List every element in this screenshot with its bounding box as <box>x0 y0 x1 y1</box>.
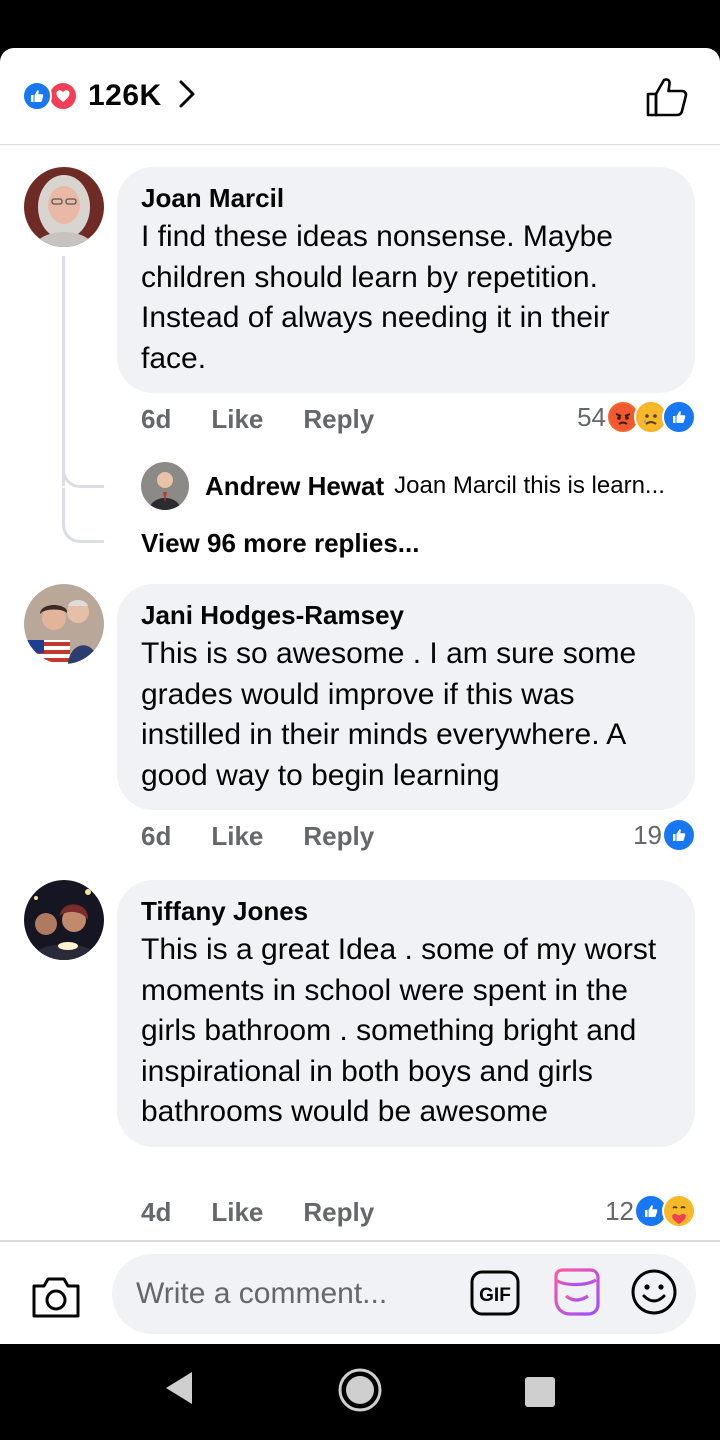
andrew-hewat-avatar <box>141 462 189 510</box>
system-nav-bar <box>0 1344 720 1440</box>
comment-bubble: Jani Hodges-Ramsey This is so awesome . … <box>117 584 695 810</box>
camera-icon <box>32 1277 80 1318</box>
thumbs-up-outline-icon <box>646 78 688 117</box>
like-icon <box>662 818 696 852</box>
camera-button[interactable] <box>30 1274 82 1320</box>
comment-time: 6d <box>141 404 172 434</box>
reply-preview-text: Joan Marcil this is learn... <box>394 472 665 499</box>
comments-sheet: 126K Joan Marcil I find these ideas nons… <box>0 48 720 1344</box>
avatar[interactable] <box>24 167 104 247</box>
recents-square-icon <box>525 1377 555 1407</box>
avatar-sticker-icon <box>554 1268 600 1316</box>
comment-actions: 6d Like Reply <box>141 821 374 852</box>
top-reply[interactable]: Andrew Hewat Joan Marcil this is learn..… <box>141 462 665 510</box>
comment-bubble: Joan Marcil I find these ideas nonsense.… <box>117 167 695 393</box>
reply-action-button[interactable]: Reply <box>303 404 374 435</box>
thread-connector <box>62 448 104 488</box>
comment-bubble: Tiffany Jones This is a great Idea . som… <box>117 880 695 1147</box>
reaction-count: 12 <box>605 1195 634 1226</box>
avatar[interactable] <box>24 584 104 664</box>
jani-hodges-ramsey-avatar <box>24 584 104 664</box>
comment-actions: 6d Like Reply <box>141 404 374 435</box>
comment-input-pill: GIF <box>112 1254 696 1334</box>
reaction-count: 54 <box>577 401 606 432</box>
comment-reactions[interactable]: 54 <box>577 400 696 434</box>
emoji-button[interactable] <box>630 1268 678 1316</box>
comment-author[interactable]: Jani Hodges-Ramsey <box>141 600 671 630</box>
svg-text:GIF: GIF <box>479 1285 511 1306</box>
comment-reactions[interactable]: 19 <box>633 818 696 852</box>
like-action-button[interactable]: Like <box>211 404 263 435</box>
gif-icon: GIF <box>470 1270 520 1316</box>
reaction-count: 19 <box>633 819 662 850</box>
comment-actions: 4d Like Reply <box>141 1197 374 1228</box>
comment-text: This is a great Idea . some of my worst … <box>141 933 657 1128</box>
comment-time: 4d <box>141 1197 172 1227</box>
status-bar <box>0 0 720 48</box>
comment-reactions[interactable]: 12 <box>605 1194 696 1228</box>
comment-composer: GIF <box>0 1240 720 1344</box>
joan-marcil-avatar <box>24 167 104 247</box>
gif-button[interactable]: GIF <box>470 1270 520 1316</box>
reactions-header: 126K <box>0 48 720 145</box>
recents-button[interactable] <box>524 1376 556 1413</box>
view-more-replies-link[interactable]: View 96 more replies... <box>141 528 419 559</box>
thread-connector <box>62 488 104 543</box>
care-icon <box>662 1194 696 1228</box>
comment-text: I find these ideas nonsense. Maybe child… <box>141 220 613 375</box>
reaction-count: 126K <box>88 79 162 112</box>
home-circle-icon <box>338 1368 382 1412</box>
comment-input[interactable] <box>136 1272 466 1316</box>
love-icon <box>48 81 78 111</box>
reactions-summary-button[interactable]: 126K <box>22 78 196 114</box>
back-triangle-icon <box>166 1372 192 1404</box>
comment-time: 6d <box>141 821 172 851</box>
home-button[interactable] <box>338 1368 382 1417</box>
avatar[interactable] <box>24 880 104 960</box>
like-icon <box>22 81 52 111</box>
tiffany-jones-avatar <box>24 880 104 960</box>
like-action-button[interactable]: Like <box>211 1197 263 1228</box>
emoji-icon <box>631 1269 677 1315</box>
like-icon <box>662 400 696 434</box>
reply-author[interactable]: Andrew Hewat <box>205 471 384 502</box>
chevron-right-icon <box>178 79 196 114</box>
comment-text: This is so awesome . I am sure some grad… <box>141 637 637 792</box>
like-action-button[interactable]: Like <box>211 821 263 852</box>
reply-action-button[interactable]: Reply <box>303 821 374 852</box>
comment-author[interactable]: Joan Marcil <box>141 183 671 213</box>
like-button[interactable] <box>645 76 689 118</box>
back-button[interactable] <box>162 1370 194 1411</box>
avatar[interactable] <box>141 462 189 510</box>
reply-action-button[interactable]: Reply <box>303 1197 374 1228</box>
avatar-sticker-button[interactable] <box>550 1266 602 1318</box>
comment-author[interactable]: Tiffany Jones <box>141 896 671 926</box>
